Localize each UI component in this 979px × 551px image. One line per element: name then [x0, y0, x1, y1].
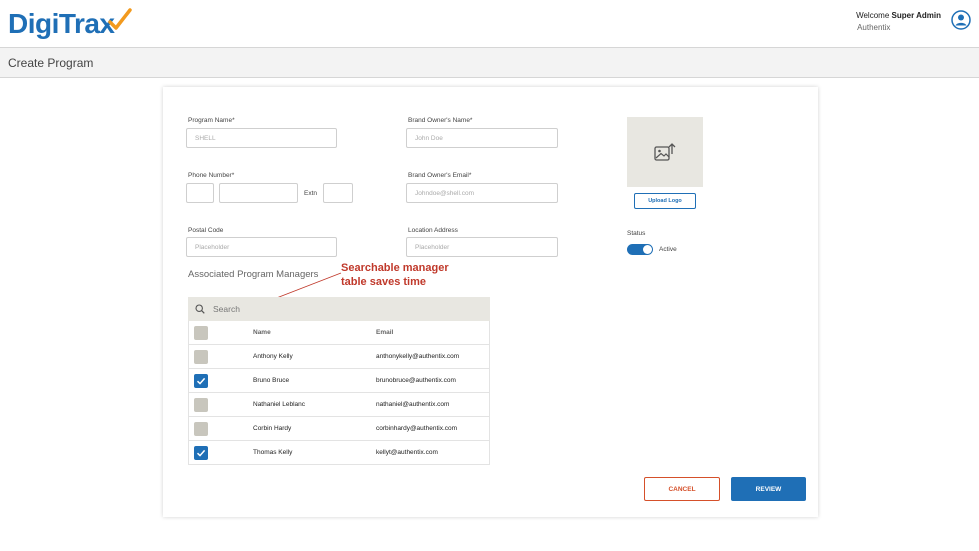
- row-checkbox[interactable]: [194, 397, 208, 412]
- create-program-form: Program Name* Brand Owner's Name* Phone …: [163, 87, 818, 517]
- phone-number-label: Phone Number*: [188, 172, 235, 179]
- logo-check-icon: [108, 8, 133, 30]
- manager-email: nathaniel@authentix.com: [376, 401, 450, 408]
- manager-email: anthonykelly@authentix.com: [376, 353, 460, 360]
- logo-text: DigiTrax: [8, 8, 115, 39]
- table-row[interactable]: Anthony Kelly anthonykelly@authentix.com: [188, 345, 490, 369]
- user-name: Super Admin: [891, 11, 941, 20]
- brand-owner-email-input[interactable]: [406, 183, 558, 203]
- status-value: Active: [659, 246, 677, 253]
- app-header: DigiTrax Welcome Super Admin Authentix: [0, 0, 979, 48]
- manager-email: brunobruce@authentix.com: [376, 377, 456, 384]
- row-checkbox[interactable]: [194, 421, 208, 436]
- title-bar: Create Program: [0, 48, 979, 78]
- table-search-bar: [188, 297, 490, 321]
- manager-name: Bruno Bruce: [253, 377, 290, 384]
- program-name-label: Program Name*: [188, 117, 235, 124]
- location-address-input[interactable]: [406, 237, 558, 257]
- status-toggle[interactable]: [627, 244, 653, 255]
- manager-name: Corbin Hardy: [253, 425, 292, 432]
- brand-owner-email-label: Brand Owner's Email*: [408, 172, 472, 179]
- user-avatar-icon[interactable]: [951, 10, 971, 30]
- location-address-label: Location Address: [408, 227, 458, 234]
- table-row[interactable]: Nathaniel Leblanc nathaniel@authentix.com: [188, 393, 490, 417]
- search-icon: [195, 304, 205, 314]
- email-column-header: Email: [376, 329, 394, 336]
- manager-name: Nathaniel Leblanc: [253, 401, 306, 408]
- manager-search-input[interactable]: [213, 304, 463, 314]
- upload-logo-button[interactable]: Upload Logo: [634, 193, 696, 209]
- review-button[interactable]: REVIEW: [731, 477, 806, 501]
- row-checkbox[interactable]: [194, 373, 208, 388]
- phone-number-input[interactable]: [219, 183, 298, 203]
- manager-email: kellyt@authentix.com: [376, 449, 438, 456]
- checkmark-icon: [196, 449, 206, 457]
- program-name-input[interactable]: [186, 128, 337, 148]
- manager-email: corbinhardy@authentix.com: [376, 425, 458, 432]
- table-row[interactable]: Thomas Kelly kellyt@authentix.com: [188, 441, 490, 465]
- postal-code-label: Postal Code: [188, 227, 224, 234]
- digitrax-logo[interactable]: DigiTrax: [8, 6, 133, 42]
- manager-name: Thomas Kelly: [253, 449, 293, 456]
- table-header: Name Email: [188, 321, 490, 345]
- managers-table: Name Email Anthony Kelly anthonykelly@aut…: [188, 297, 490, 465]
- brand-owner-name-label: Brand Owner's Name*: [408, 117, 473, 124]
- manager-name: Anthony Kelly: [253, 353, 293, 360]
- phone-country-code-input[interactable]: [186, 183, 214, 203]
- phone-extn-input[interactable]: [323, 183, 353, 203]
- welcome-prefix: Welcome: [856, 11, 890, 20]
- table-row[interactable]: Corbin Hardy corbinhardy@authentix.com: [188, 417, 490, 441]
- extn-label: Extn: [304, 190, 318, 197]
- image-upload-icon: [654, 143, 676, 161]
- select-all-checkbox[interactable]: [194, 325, 208, 340]
- cancel-button[interactable]: CANCEL: [644, 477, 720, 501]
- checkmark-icon: [196, 377, 206, 385]
- name-column-header: Name: [253, 329, 271, 336]
- status-label: Status: [627, 230, 646, 237]
- company-name: Authentix: [857, 23, 891, 32]
- row-checkbox[interactable]: [194, 445, 208, 460]
- table-row[interactable]: Bruno Bruce brunobruce@authentix.com: [188, 369, 490, 393]
- page-title: Create Program: [8, 56, 94, 70]
- user-menu[interactable]: Welcome Super Admin Authentix: [856, 10, 971, 34]
- brand-owner-name-input[interactable]: [406, 128, 558, 148]
- toggle-knob: [643, 245, 652, 254]
- logo-preview[interactable]: [627, 117, 703, 187]
- row-checkbox[interactable]: [194, 349, 208, 364]
- postal-code-input[interactable]: [186, 237, 337, 257]
